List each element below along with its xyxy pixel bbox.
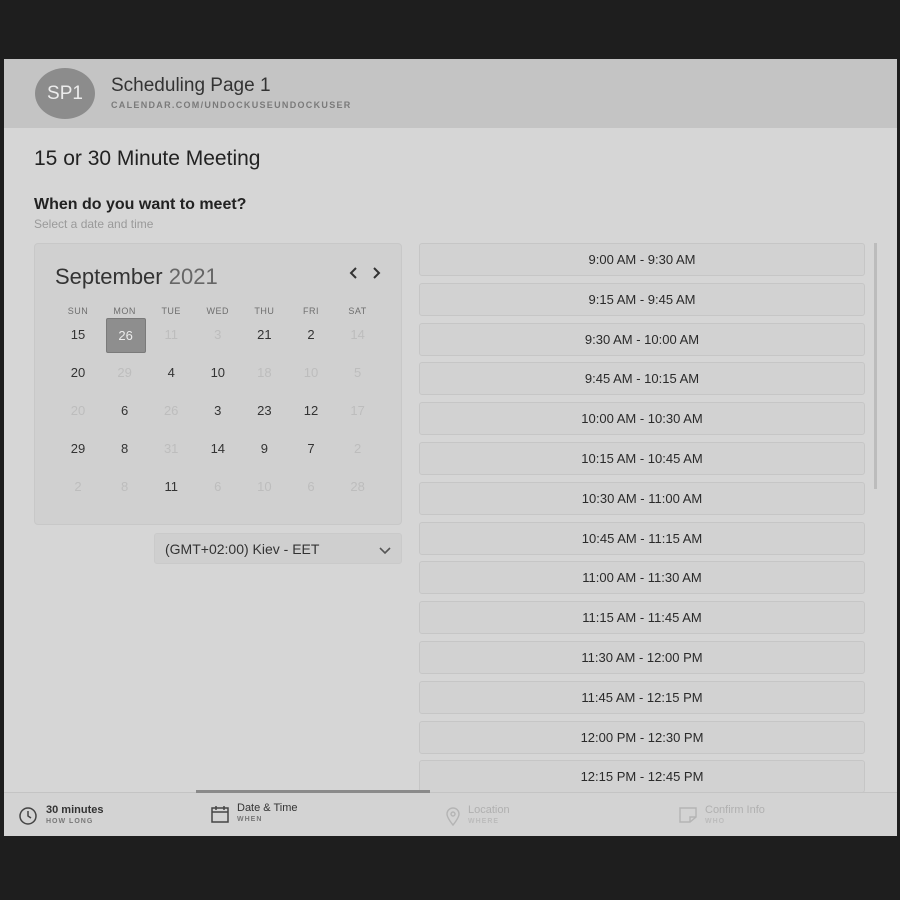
calendar-day[interactable]: 2 xyxy=(292,318,330,351)
location-pin-icon xyxy=(444,806,462,831)
calendar-day: 6 xyxy=(214,479,222,494)
step-confirm-info-label: Confirm Info xyxy=(705,804,765,816)
step-location-sub: WHERE xyxy=(468,818,500,825)
timezone-select[interactable]: (GMT+02:00) Kiev - EET xyxy=(154,533,402,564)
calendar-day[interactable]: 8 xyxy=(106,432,144,465)
calendar-day[interactable]: 15 xyxy=(59,318,97,351)
calendar-day[interactable]: 12 xyxy=(292,394,330,427)
calendar-day[interactable]: 21 xyxy=(245,318,283,351)
step-duration-label: 30 minutes xyxy=(46,804,104,816)
step-date-time-label: Date & Time xyxy=(237,802,298,814)
calendar-day: 2 xyxy=(74,479,82,494)
calendar-day[interactable]: 7 xyxy=(292,432,330,465)
step-confirm-info-sub: WHO xyxy=(705,818,726,825)
calendar-card: September 2021 SUN MON TUE WED THU FRI SAT 15 2… xyxy=(34,243,402,525)
step-location-label: Location xyxy=(468,804,510,816)
clock-icon xyxy=(18,806,38,831)
time-slot-button[interactable]: 10:30 AM - 11:00 AM xyxy=(419,481,865,515)
calendar-day[interactable]: 23 xyxy=(245,394,283,427)
meet-question: When do you want to meet? xyxy=(34,196,247,213)
time-slot-button[interactable]: 10:00 AM - 10:30 AM xyxy=(419,402,865,436)
calendar-day: 17 xyxy=(350,403,365,418)
scheduling-page-url[interactable]: CALENDAR.COM/UNDOCKUSEUNDOCKUSER xyxy=(111,100,352,110)
time-slot-button[interactable]: 12:00 PM - 12:30 PM xyxy=(419,720,865,754)
step-location[interactable]: Location WHERE xyxy=(444,793,644,836)
calendar-day[interactable]: 4 xyxy=(152,356,190,389)
calendar-day[interactable]: 9 xyxy=(245,432,283,465)
time-slot-button[interactable]: 9:30 AM - 10:00 AM xyxy=(419,322,865,356)
step-duration-sub: HOW LONG xyxy=(46,818,94,825)
time-slot-button[interactable]: 10:15 AM - 10:45 AM xyxy=(419,442,865,475)
calendar-day[interactable]: 3 xyxy=(199,394,237,427)
time-slot-button[interactable]: 9:15 AM - 9:45 AM xyxy=(419,282,865,316)
chevron-right-icon[interactable] xyxy=(371,266,381,284)
weekday-label: SAT xyxy=(348,306,367,316)
calendar-year: 2021 xyxy=(168,264,218,289)
calendar-day[interactable]: 6 xyxy=(106,394,144,427)
scheduling-window: SP1 Scheduling Page 1 CALENDAR.COM/UNDOC… xyxy=(4,59,897,836)
weekday-label: WED xyxy=(206,306,230,316)
timezone-label: (GMT+02:00) Kiev - EET xyxy=(165,541,320,557)
time-slot-button[interactable]: 11:00 AM - 11:30 AM xyxy=(419,561,865,595)
weekday-label: FRI xyxy=(303,306,319,316)
calendar-day: 3 xyxy=(214,327,222,342)
calendar-day[interactable]: 11 xyxy=(152,470,190,503)
calendar-day[interactable]: 14 xyxy=(199,432,237,465)
time-slot-button[interactable]: 11:30 AM - 12:00 PM xyxy=(419,641,865,674)
weekday-label: TUE xyxy=(161,306,181,316)
meeting-title: 15 or 30 Minute Meeting xyxy=(34,147,261,170)
avatar: SP1 xyxy=(35,68,95,119)
weekday-label: THU xyxy=(254,306,275,316)
calendar-day: 14 xyxy=(350,327,365,342)
calendar-day: 2 xyxy=(353,441,362,456)
calendar-day: 31 xyxy=(163,441,179,456)
calendar-day[interactable]: 29 xyxy=(59,432,97,465)
step-confirm-info[interactable]: Confirm Info WHO xyxy=(678,793,878,836)
step-duration[interactable]: 30 minutes HOW LONG xyxy=(18,793,188,836)
calendar-day: 10 xyxy=(257,479,272,494)
calendar-icon xyxy=(210,804,230,829)
time-slot-button[interactable]: 9:45 AM - 10:15 AM xyxy=(419,362,865,396)
meet-subtitle: Select a date and time xyxy=(34,217,154,231)
calendar-day: 18 xyxy=(257,365,272,380)
weekday-label: MON xyxy=(113,306,136,316)
weekday-label: SUN xyxy=(67,306,89,316)
scheduling-page-name: Scheduling Page 1 xyxy=(111,75,271,96)
chevron-down-icon xyxy=(379,542,391,560)
calendar-day[interactable]: 10 xyxy=(199,356,237,389)
step-bar: 30 minutes HOW LONG Date & Time WHEN Loc… xyxy=(4,790,897,836)
time-slot-button[interactable]: 12:15 PM - 12:45 PM xyxy=(419,760,865,794)
time-slot-button[interactable]: 11:45 AM - 12:15 PM xyxy=(419,680,865,714)
time-slot-scrollbar[interactable] xyxy=(874,243,877,489)
calendar-day: 5 xyxy=(353,365,362,380)
calendar-month: September xyxy=(55,264,163,289)
time-slot-button[interactable]: 11:15 AM - 11:45 AM xyxy=(419,601,865,635)
calendar-day: 28 xyxy=(350,479,365,494)
calendar-day: 26 xyxy=(163,403,179,418)
step-date-time[interactable]: Date & Time WHEN xyxy=(210,793,410,836)
calendar-month-label: September 2021 xyxy=(55,264,218,290)
calendar-day: 11 xyxy=(164,327,178,342)
calendar-day: 10 xyxy=(303,365,319,380)
calendar-day-selected[interactable]: 26 xyxy=(105,318,146,353)
calendar-day: 8 xyxy=(120,479,129,494)
time-slot-button[interactable]: 10:45 AM - 11:15 AM xyxy=(419,521,865,555)
calendar-day: 29 xyxy=(117,365,132,380)
calendar-day: 6 xyxy=(307,479,315,494)
calendar-day: 20 xyxy=(70,403,86,418)
chevron-left-icon[interactable] xyxy=(349,266,359,284)
step-date-time-sub: WHEN xyxy=(237,816,263,823)
calendar-day[interactable]: 20 xyxy=(59,356,97,389)
note-icon xyxy=(678,806,698,829)
header-bar: SP1 Scheduling Page 1 CALENDAR.COM/UNDOC… xyxy=(4,59,897,128)
time-slot-button[interactable]: 9:00 AM - 9:30 AM xyxy=(419,243,865,276)
